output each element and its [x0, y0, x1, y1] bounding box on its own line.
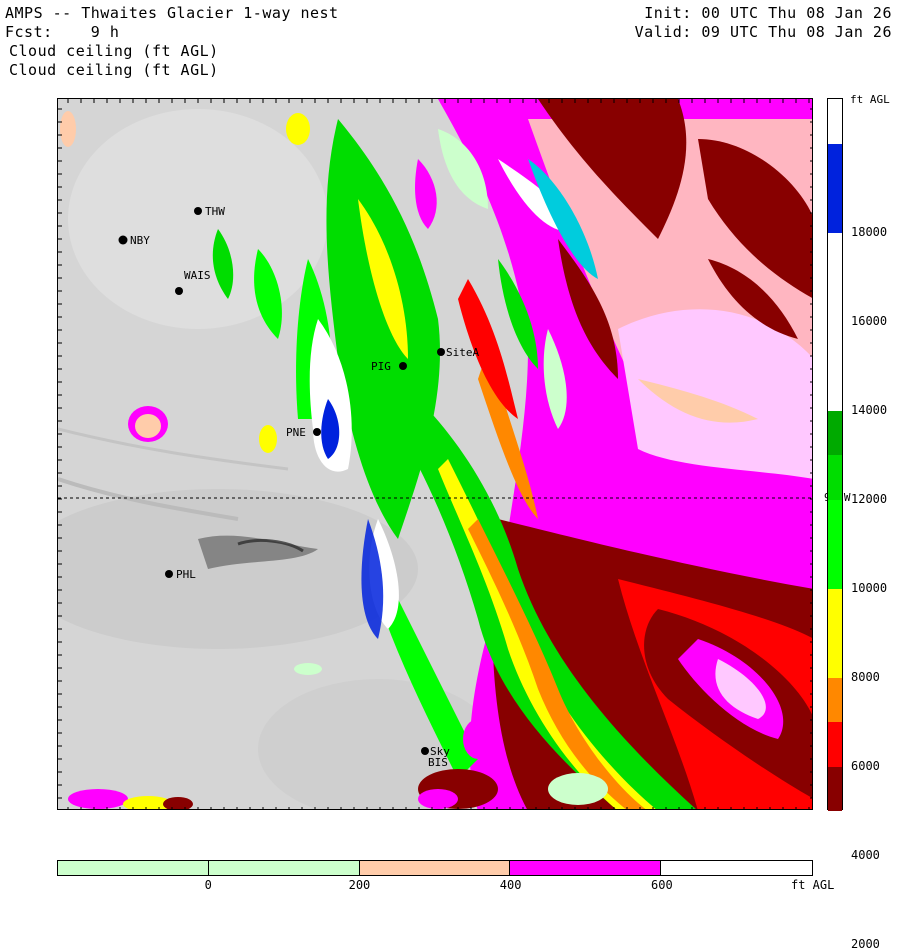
vertical-colorbar-segment [828, 410, 842, 455]
vertical-colorbar-tick-label: 16000 [851, 313, 888, 328]
vertical-colorbar-unit: ft AGL [850, 93, 890, 106]
vertical-colorbar-tick-label: 14000 [851, 402, 888, 417]
vertical-colorbar-segment [828, 277, 842, 322]
vertical-colorbar-segment [828, 232, 842, 277]
fcst-value: 9 h [90, 23, 120, 41]
station-dot-sky [421, 747, 429, 755]
valid-time: Valid: 09 UTC Thu 08 Jan 26 [634, 23, 892, 41]
station-label-phl: PHL [176, 568, 196, 581]
vertical-colorbar-segment [828, 366, 842, 411]
map-panel: THW NBY WAIS PIG SiteA PNE PHL Sky BIS [57, 98, 813, 810]
vertical-colorbar-segment [828, 321, 842, 366]
station-label-sitea: SiteA [446, 346, 479, 359]
field-label-1: Cloud ceiling (ft AGL) [9, 42, 219, 60]
init-time: Init: 00 UTC Thu 08 Jan 26 [644, 4, 892, 22]
station-label-thw: THW [205, 205, 225, 218]
horizontal-colorbar-segment [510, 861, 662, 875]
station-dot-sitea [437, 348, 445, 356]
vertical-colorbar-segment [828, 455, 842, 500]
station-dot-pne [313, 428, 321, 436]
vertical-colorbar-tick-label: 2000 [851, 936, 880, 951]
horizontal-colorbar [57, 860, 813, 876]
vertical-colorbar-segment [828, 677, 842, 722]
forecast-hour-label: Fcst: 9 h [5, 23, 119, 42]
horizontal-colorbar-segment [359, 861, 511, 875]
horizontal-colorbar-segment [661, 861, 812, 875]
vertical-colorbar [827, 98, 843, 811]
vertical-colorbar-tick-label: 4000 [851, 847, 880, 862]
vertical-colorbar-segment [828, 143, 842, 188]
horizontal-colorbar-tick-label: 400 [499, 878, 522, 892]
vertical-colorbar-segment [828, 188, 842, 233]
plot-title: AMPS -- Thwaites Glacier 1-way nest [5, 4, 339, 22]
vertical-colorbar-tick-label: 10000 [851, 580, 888, 595]
station-dot-wais [175, 287, 183, 295]
horizontal-colorbar-unit: ft AGL [791, 878, 835, 892]
vertical-colorbar-tick-label: 18000 [851, 224, 888, 239]
horizontal-colorbar-tick-label: 200 [348, 878, 371, 892]
horizontal-colorbar-segment [208, 861, 360, 875]
fcst-label: Fcst: [5, 23, 53, 41]
horizontal-colorbar-tick-label: 600 [651, 878, 673, 892]
vertical-colorbar-segment [828, 588, 842, 633]
horizontal-colorbar-segment [58, 861, 209, 875]
vertical-colorbar-segment [828, 99, 842, 144]
station-label-wais: WAIS [184, 269, 211, 282]
vertical-colorbar-segment [828, 633, 842, 678]
station-dot-nby [118, 235, 128, 245]
field-label-2: Cloud ceiling (ft AGL) [9, 61, 219, 79]
station-label-pig: PIG [371, 360, 391, 373]
station-dot-phl [165, 570, 173, 578]
station-dot-thw [194, 207, 202, 215]
vertical-colorbar-tick-label: 8000 [851, 669, 880, 684]
vertical-colorbar-tick-label: 6000 [851, 758, 880, 773]
horizontal-colorbar-tick-label: 0 [204, 878, 212, 892]
vertical-colorbar-segment [828, 499, 842, 544]
station-label-bis: BIS [428, 756, 448, 769]
vertical-colorbar-segment [828, 544, 842, 589]
cloud-ceiling-map: THW NBY WAIS PIG SiteA PNE PHL Sky BIS [58, 99, 812, 809]
station-label-nby: NBY [130, 234, 150, 247]
vertical-colorbar-tick-label: 12000 [851, 491, 888, 506]
vertical-colorbar-segment [828, 766, 842, 811]
station-label-pne: PNE [286, 426, 306, 439]
station-dot-pig [399, 362, 407, 370]
vertical-colorbar-segment [828, 722, 842, 767]
